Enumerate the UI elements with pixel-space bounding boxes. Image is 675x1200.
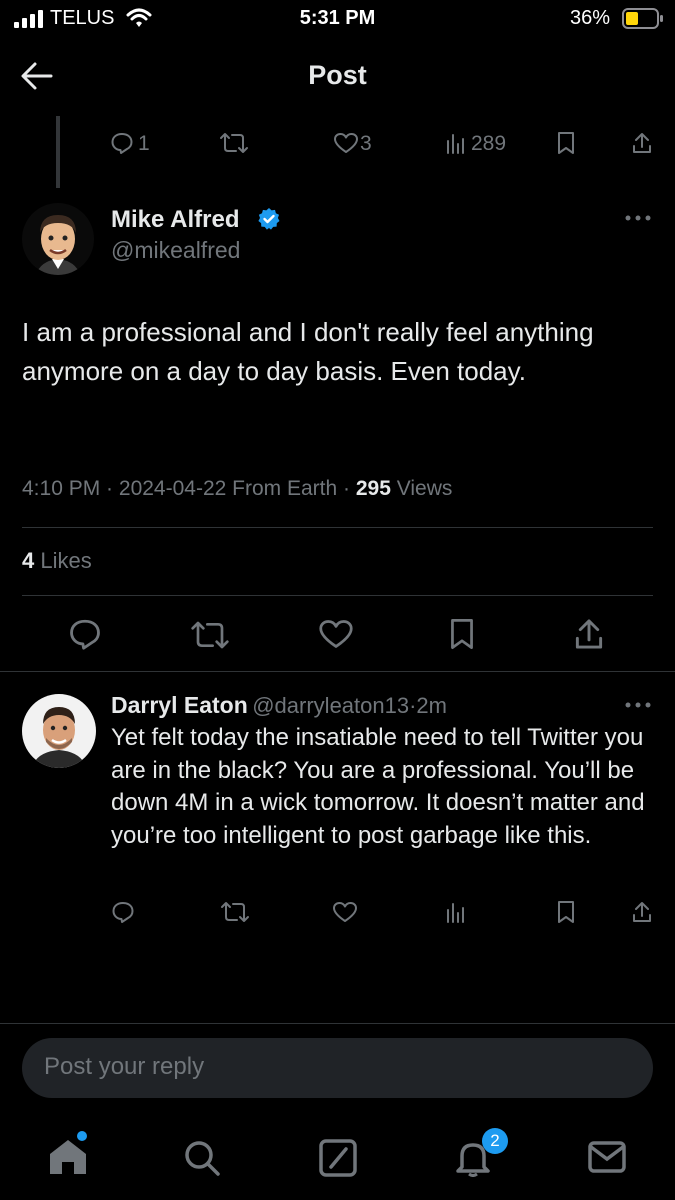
share-icon[interactable] xyxy=(631,131,653,155)
reply-input[interactable] xyxy=(44,1053,624,1081)
reply-author-handle[interactable]: @darryleaton13 xyxy=(252,693,409,718)
avatar[interactable] xyxy=(22,203,94,275)
reply-icon[interactable] xyxy=(68,617,102,651)
search-icon[interactable] xyxy=(183,1139,221,1177)
tweet-text: I am a professional and I don't really f… xyxy=(22,317,594,386)
reply-author-name[interactable]: Darryl Eaton xyxy=(111,692,248,718)
reply-composer[interactable] xyxy=(22,1038,653,1098)
top-bar: Post xyxy=(0,38,675,114)
views-count: 295 xyxy=(355,477,391,500)
share-icon[interactable] xyxy=(573,616,605,652)
share-icon[interactable] xyxy=(631,900,653,924)
reply-text: Yet felt today the insatiable need to te… xyxy=(111,724,645,849)
reply-time[interactable]: 2m xyxy=(416,693,447,718)
bottom-nav: 2 xyxy=(0,1112,675,1200)
battery-percent: 36% xyxy=(570,7,611,29)
reply-avatar[interactable] xyxy=(22,694,96,768)
views-label: Views xyxy=(396,477,453,500)
grok-icon[interactable] xyxy=(319,1139,357,1177)
likes-count: 4 xyxy=(22,548,35,573)
divider xyxy=(0,671,675,672)
likes-summary[interactable]: 4 Likes xyxy=(22,548,92,574)
battery-icon xyxy=(622,8,663,29)
author-handle[interactable]: @mikealfred xyxy=(111,237,240,264)
repost-icon[interactable] xyxy=(190,619,230,651)
home-unread-dot xyxy=(77,1131,87,1141)
parent-views-count: 289 xyxy=(471,132,507,155)
tweet-meta: 4:10 PM · 2024-04-22 From Earth · 295 Vi… xyxy=(22,477,453,500)
divider xyxy=(0,1023,675,1024)
tweet-source: From Earth xyxy=(232,477,338,500)
analytics-icon[interactable] xyxy=(445,900,467,924)
reply-icon[interactable] xyxy=(111,900,135,924)
analytics-icon xyxy=(447,134,464,154)
tweet-time: 4:10 PM xyxy=(22,477,101,500)
thread-connector-line xyxy=(56,116,60,188)
reply-header: Darryl Eaton @darryleaton13·2m xyxy=(111,692,447,718)
more-options-icon[interactable] xyxy=(624,213,652,223)
more-options-icon[interactable] xyxy=(624,700,652,710)
repost-icon[interactable] xyxy=(220,900,250,924)
parent-reply-count: 1 xyxy=(138,132,150,155)
parent-like-count: 3 xyxy=(360,132,372,155)
notifications-badge: 2 xyxy=(482,1128,508,1154)
heart-icon[interactable] xyxy=(318,617,354,651)
bookmark-icon[interactable] xyxy=(555,900,577,924)
heart-icon[interactable] xyxy=(332,900,358,924)
likes-label: Likes xyxy=(40,548,92,573)
author-name[interactable]: Mike Alfred xyxy=(111,206,239,234)
divider xyxy=(22,527,653,528)
heart-icon xyxy=(334,133,358,153)
verified-badge-icon xyxy=(258,208,280,230)
bookmark-icon[interactable] xyxy=(555,131,577,155)
bookmark-icon[interactable] xyxy=(447,617,477,651)
home-icon[interactable] xyxy=(48,1138,88,1176)
status-bar: TELUS 5:31 PM 36% xyxy=(0,0,675,38)
tweet-date: 2024-04-22 xyxy=(118,477,227,500)
page-title: Post xyxy=(308,60,367,90)
reply-icon xyxy=(111,133,133,154)
repost-icon[interactable] xyxy=(219,131,249,155)
messages-envelope-icon[interactable] xyxy=(588,1141,626,1173)
divider xyxy=(22,595,653,596)
